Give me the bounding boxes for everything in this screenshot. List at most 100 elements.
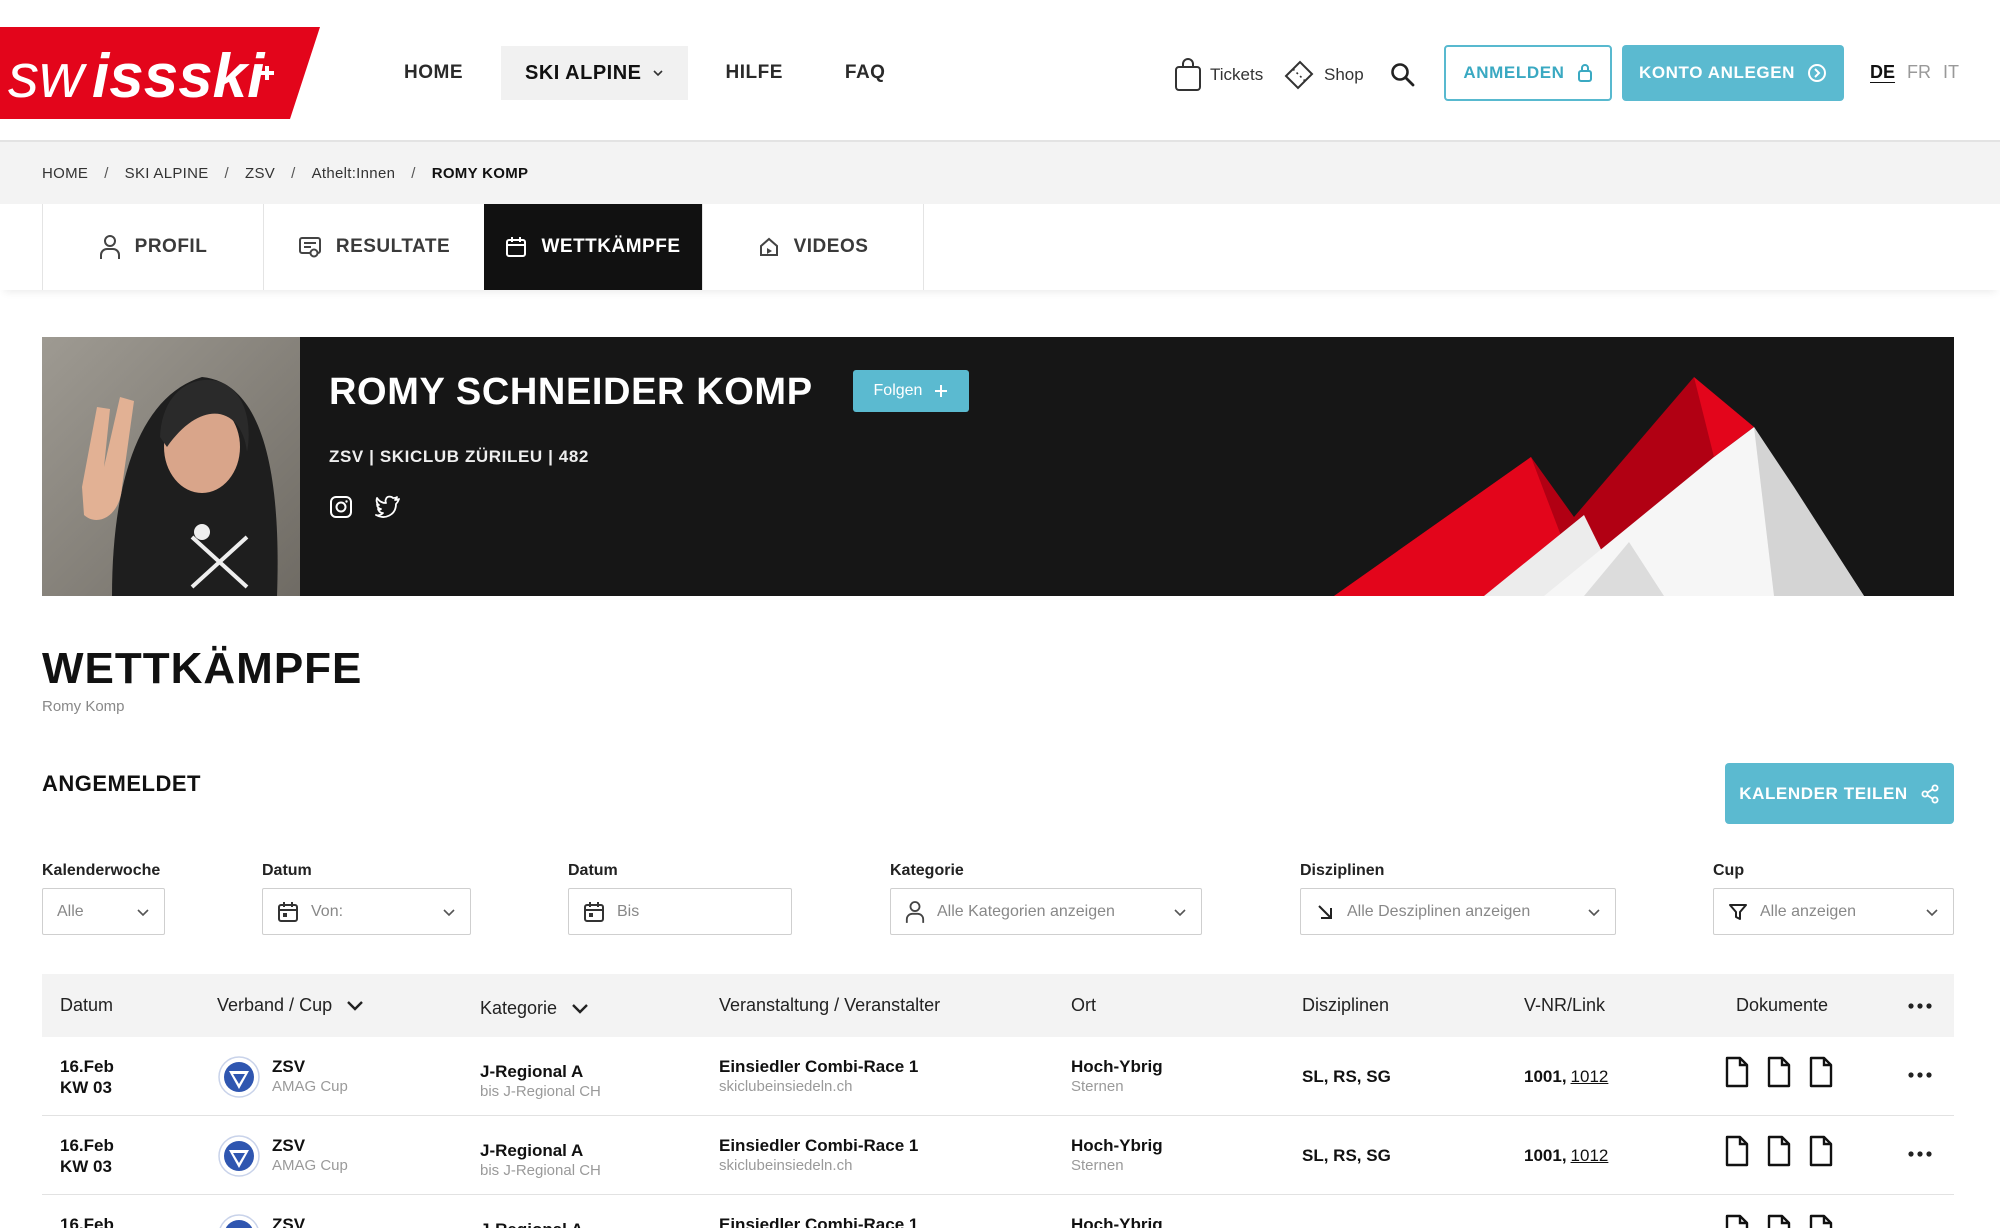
lang-fr[interactable]: FR	[1907, 62, 1931, 83]
row-kategorie-sub: bis J-Regional CH	[480, 1162, 601, 1179]
user-icon	[905, 900, 925, 923]
breadcrumb-athletes[interactable]: Athelt:Innen	[312, 165, 396, 182]
instagram-icon[interactable]	[329, 495, 353, 519]
row-organizer[interactable]: skiclubeinsiedeln.ch	[719, 1156, 918, 1176]
filter-discipline-select[interactable]: Alle Desziplinen anzeigen	[1300, 888, 1616, 935]
filter-discipline-label: Disziplinen	[1300, 862, 1385, 879]
document-icon[interactable]	[1724, 1135, 1750, 1167]
document-icon[interactable]	[1724, 1056, 1750, 1088]
search-icon	[1391, 63, 1415, 87]
nav-hilfe[interactable]: HILFE	[702, 46, 807, 100]
document-icon[interactable]	[1724, 1214, 1750, 1228]
row-more-button[interactable]	[1908, 1065, 1932, 1083]
row-more-button[interactable]	[1908, 1144, 1932, 1162]
table-more-button[interactable]	[1908, 974, 1932, 1037]
table-row[interactable]: 16.Feb KW 03 ZSV AMAG Cup J-Regional A b…	[42, 1037, 1954, 1116]
document-icon[interactable]	[1808, 1214, 1834, 1228]
tab-profil[interactable]: PROFIL	[42, 204, 263, 290]
breadcrumb-zsv[interactable]: ZSV	[245, 165, 275, 182]
col-kategorie[interactable]: Kategorie	[480, 977, 589, 1040]
chevron-down-icon	[137, 908, 149, 916]
row-ort-sub: Sternen	[1071, 1078, 1124, 1095]
filter-category-select[interactable]: Alle Kategorien anzeigen	[890, 888, 1202, 935]
breadcrumb-home[interactable]: HOME	[42, 165, 88, 182]
site-header: sw issski HOME SKI ALPINE HILFE FAQ Tick…	[0, 0, 2000, 142]
share-calendar-button[interactable]: KALENDER TEILEN	[1725, 763, 1954, 824]
filter-date-from-input[interactable]: Von:	[262, 888, 471, 935]
row-date-week: KW 03	[60, 1157, 112, 1176]
row-vnr-link[interactable]: 1012	[1571, 1067, 1609, 1086]
plus-icon	[935, 385, 948, 397]
tickets-label: Tickets	[1210, 65, 1264, 84]
row-date-day: 16.Feb	[60, 1215, 114, 1228]
tickets-link[interactable]: Tickets	[1174, 50, 1263, 100]
row-kategorie-name: J-Regional A	[480, 1062, 584, 1081]
row-event-name[interactable]: Einsiedler Combi-Race 1	[719, 1215, 918, 1228]
nav-ski-alpine[interactable]: SKI ALPINE	[501, 46, 688, 100]
twitter-icon[interactable]	[375, 495, 401, 519]
tab-resultate[interactable]: RESULTATE	[263, 204, 484, 290]
results-icon	[298, 237, 321, 258]
filter-date-to-input[interactable]: Bis	[568, 888, 792, 935]
document-icon[interactable]	[1766, 1214, 1792, 1228]
lang-de[interactable]: DE	[1870, 62, 1895, 83]
zsv-logo-icon	[219, 1214, 259, 1228]
share-calendar-label: KALENDER TEILEN	[1739, 783, 1908, 803]
filter-kw-select[interactable]: Alle	[42, 888, 165, 935]
row-ort-name: Hoch-Ybrig	[1071, 1136, 1163, 1155]
login-button[interactable]: ANMELDEN	[1444, 45, 1612, 101]
document-icon[interactable]	[1766, 1056, 1792, 1088]
document-icon[interactable]	[1808, 1056, 1834, 1088]
col-datum[interactable]: Datum	[60, 974, 113, 1037]
col-dokumente: Dokumente	[1736, 974, 1828, 1037]
row-organizer[interactable]: skiclubeinsiedeln.ch	[719, 1077, 918, 1097]
row-date-day: 16.Feb	[60, 1136, 114, 1155]
tab-videos[interactable]: VIDEOS	[702, 204, 924, 290]
arrow-down-right-icon	[1318, 904, 1332, 919]
col-ort: Ort	[1071, 974, 1096, 1037]
row-event-name[interactable]: Einsiedler Combi-Race 1	[719, 1136, 918, 1156]
row-more-button[interactable]	[1908, 1223, 1932, 1228]
document-icon[interactable]	[1766, 1135, 1792, 1167]
social-links	[329, 495, 401, 519]
table-row[interactable]: 16.Feb KW 03 ZSV AMAG Cup J-Regional A b…	[42, 1116, 1954, 1195]
row-documents	[1724, 1056, 1834, 1088]
breadcrumb-current: ROMY KOMP	[431, 164, 529, 182]
tab-videos-label: VIDEOS	[793, 236, 869, 257]
more-horizontal-icon	[1908, 1072, 1932, 1078]
row-kategorie: J-Regional A bis J-Regional CH	[480, 1141, 601, 1181]
table-row[interactable]: 16.Feb KW 03 ZSV AMAG Cup J-Regional A b…	[42, 1195, 1954, 1228]
filter-cup-select[interactable]: Alle anzeigen	[1713, 888, 1954, 935]
lock-icon	[1577, 64, 1592, 82]
nav-home[interactable]: HOME	[380, 46, 487, 100]
create-account-button[interactable]: KONTO ANLEGEN	[1622, 45, 1844, 101]
tab-wettkaempfe[interactable]: WETTKÄMPFE	[484, 204, 702, 290]
row-vnr-link[interactable]: 1012	[1571, 1146, 1609, 1165]
chevron-down-icon	[443, 908, 455, 916]
profile-tabs: PROFIL RESULTATE WETTKÄMPFE VIDEOS	[0, 204, 2000, 290]
filter-kw-value: Alle	[57, 902, 84, 920]
breadcrumb-ski-alpine[interactable]: SKI ALPINE	[125, 165, 209, 182]
row-disziplinen: SL, RS, SG	[1302, 1146, 1391, 1165]
chevron-down-icon	[1174, 908, 1186, 916]
col-dokumente-label: Dokumente	[1736, 995, 1829, 1015]
col-verband[interactable]: Verband / Cup	[217, 974, 364, 1037]
athlete-hero: ROMY SCHNEIDER KOMP Folgen ZSV | SKICLUB…	[42, 337, 1954, 596]
search-button[interactable]	[1390, 50, 1416, 100]
shop-link[interactable]: Shop	[1282, 50, 1364, 100]
athlete-name: ROMY SCHNEIDER KOMP	[329, 371, 813, 413]
nav-faq[interactable]: FAQ	[821, 46, 910, 100]
row-verband: ZSV AMAG Cup	[272, 1057, 348, 1097]
arrow-circle-right-icon	[1808, 64, 1827, 82]
row-cup-name: AMAG Cup	[272, 1078, 348, 1095]
row-disziplinen: SL, RS, SG	[1302, 1067, 1391, 1086]
col-datum-label: Datum	[60, 995, 114, 1015]
swissski-logo[interactable]: sw issski	[0, 27, 320, 119]
row-event-name[interactable]: Einsiedler Combi-Race 1	[719, 1057, 918, 1077]
more-horizontal-icon	[1908, 1151, 1932, 1157]
follow-button[interactable]: Folgen	[853, 370, 969, 412]
lang-it[interactable]: IT	[1943, 62, 1959, 83]
tab-resultate-label: RESULTATE	[335, 236, 451, 257]
document-icon[interactable]	[1808, 1135, 1834, 1167]
tab-profil-label: PROFIL	[134, 236, 208, 257]
